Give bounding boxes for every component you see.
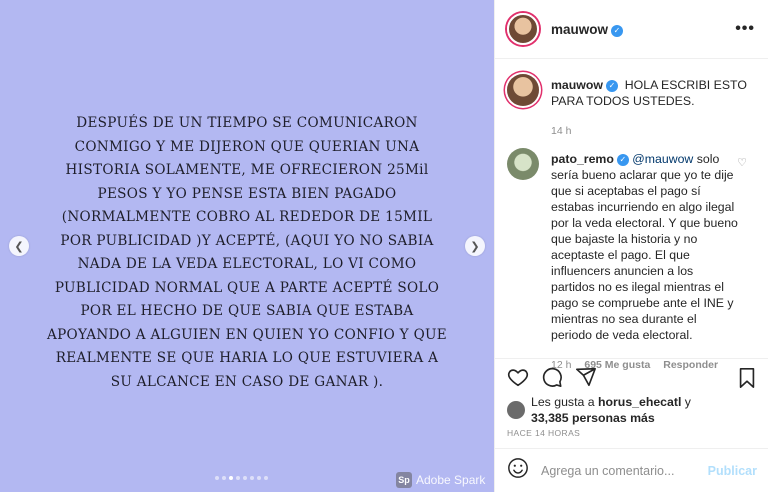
comment-mention[interactable]: @mauwow [632, 152, 693, 166]
caption-author[interactable]: mauwow [551, 78, 603, 92]
comment-bubble-icon[interactable] [541, 366, 563, 388]
verified-badge-icon: ✓ [616, 154, 629, 166]
caption: mauwow ✓ HOLA ESCRIBI ESTO PARA TODOS UST… [507, 74, 751, 139]
slide-dot [257, 476, 261, 480]
action-bar [495, 358, 768, 394]
next-slide-button[interactable]: ❯ [465, 236, 485, 256]
avatar[interactable] [507, 401, 525, 419]
media-text: DESPUÉS DE UN TIEMPO SE COMUNICARON CONM… [46, 115, 448, 390]
likes-middle: y [681, 395, 691, 409]
slide-dot [236, 476, 240, 480]
username-text[interactable]: mauwow [551, 22, 608, 37]
comments-section: mauwow ✓ HOLA ESCRIBI ESTO PARA TODOS UST… [495, 60, 768, 371]
avatar[interactable] [507, 148, 539, 180]
avatar[interactable] [507, 74, 539, 106]
slide-dot [215, 476, 219, 480]
post-panel: mauwow ✓ ••• mauwow ✓ HOLA ESCRIBI ESTO PA… [494, 0, 768, 492]
comment-input[interactable]: Agrega un comentario... [541, 464, 708, 478]
post-author[interactable]: mauwow ✓ [551, 22, 624, 37]
slide-dot [264, 476, 268, 480]
watermark: Sp Adobe Spark [396, 472, 485, 488]
avatar[interactable] [507, 13, 539, 45]
chevron-right-icon: ❯ [470, 240, 480, 253]
likes-prefix: Les gusta a [531, 395, 598, 409]
caption-meta: 14 h [551, 123, 751, 139]
verified-badge-icon: ✓ [605, 80, 618, 92]
slide-dot [250, 476, 254, 480]
like-heart-icon[interactable] [507, 366, 529, 388]
slide-dot [243, 476, 247, 480]
slide-dot [222, 476, 226, 480]
watermark-text: Adobe Spark [416, 473, 486, 487]
slide-dot [229, 476, 233, 480]
post-timestamp[interactable]: HACE 14 HORAS [507, 428, 580, 438]
previous-slide-button[interactable]: ❮ [9, 236, 29, 256]
likes-user[interactable]: horus_ehecatl [598, 395, 681, 409]
comment: pato_remo ✓ @mauwow solo sería bueno acla… [507, 148, 739, 373]
likes-summary: Les gusta a horus_ehecatl y 33,385 perso… [507, 394, 711, 426]
emoji-icon[interactable] [507, 457, 529, 484]
slide-indicator [215, 476, 268, 480]
share-paper-plane-icon[interactable] [575, 366, 597, 388]
more-options-icon[interactable]: ••• [735, 20, 755, 38]
chevron-left-icon: ❮ [14, 240, 24, 253]
add-comment-bar: Agrega un comentario... Publicar [495, 448, 768, 492]
adobe-spark-logo: Sp [396, 472, 412, 488]
like-comment-heart-icon[interactable]: ♡ [737, 156, 747, 169]
save-bookmark-icon[interactable] [737, 367, 757, 394]
comment-author[interactable]: pato_remo [551, 152, 614, 166]
post-media: DESPUÉS DE UN TIEMPO SE COMUNICARON CONM… [0, 0, 494, 492]
likes-count[interactable]: 33,385 personas más [531, 411, 655, 425]
publish-button[interactable]: Publicar [708, 464, 757, 478]
post-header: mauwow ✓ ••• [495, 0, 768, 59]
verified-badge-icon: ✓ [611, 24, 624, 37]
comment-text: solo sería bueno aclarar que yo te dije … [551, 152, 738, 342]
caption-time[interactable]: 14 h [551, 125, 571, 137]
